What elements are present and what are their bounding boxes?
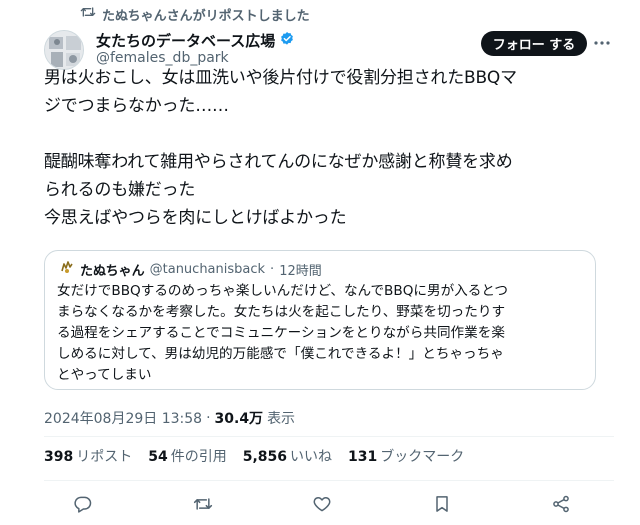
quoted-tweet-text: 女だけでBBQするのめっちゃ楽しいんだけど、なんでBBQに男が入るとつ まらなく… [57, 283, 509, 383]
stat-count: 5,856 [242, 449, 288, 465]
repost-icon [80, 5, 96, 23]
tweet-text: 男は火おこし、女は皿洗いや後片付けで役割分担されたBBQマ ジでつまらなかった…… [44, 68, 517, 228]
tweet-datetime[interactable]: 2024年08月29日 13:58 [44, 408, 202, 428]
quoted-time: 12時間 [279, 263, 322, 279]
author-name[interactable]: 女たちのデータベース広場 [96, 30, 295, 51]
stat-quotes[interactable]: 54 件の引用 [148, 446, 226, 466]
engagement-stats: 398 リポスト 54 件の引用 5,856 いいね 131 ブックマーク [44, 446, 464, 466]
stat-count: 398 [44, 449, 74, 465]
action-bar [72, 492, 572, 516]
retweet-icon[interactable] [192, 493, 214, 515]
stat-bookmarks[interactable]: 131 ブックマーク [348, 446, 464, 466]
stat-count: 131 [348, 449, 378, 465]
quoted-tweet[interactable]: たぬちゃん @tanuchanisback · 12時間 女だけでBBQするのめ… [44, 250, 596, 390]
bookmark-icon[interactable] [431, 493, 453, 515]
quoted-author-name: たぬちゃん [80, 263, 145, 279]
follow-button[interactable]: フォロー する [481, 31, 587, 56]
stat-reposts[interactable]: 398 リポスト [44, 446, 132, 466]
stat-label: リポスト [76, 449, 133, 465]
divider-bottom [44, 480, 614, 481]
stat-label: ブックマーク [380, 449, 465, 465]
tweet-meta: 2024年08月29日 13:58 · 30.4万 表示 [44, 408, 295, 428]
divider-top [44, 436, 614, 437]
stat-likes[interactable]: 5,856 いいね [243, 446, 332, 466]
reply-icon[interactable] [72, 493, 94, 515]
view-label: 表示 [267, 411, 296, 427]
quoted-avatar-icon [59, 259, 75, 279]
more-icon[interactable] [594, 36, 610, 50]
share-icon[interactable] [550, 493, 572, 515]
stat-label: いいね [290, 449, 333, 465]
stat-label: 件の引用 [170, 449, 227, 465]
stat-count: 54 [148, 449, 168, 465]
quoted-author-handle: @tanuchanisback [149, 261, 266, 277]
author-name-text: 女たちのデータベース広場 [96, 32, 276, 50]
verified-icon [279, 31, 295, 51]
repost-notice-text: たぬちゃんさんがリポストしました [102, 8, 310, 24]
quoted-tweet-header: たぬちゃん @tanuchanisback · 12時間 [59, 259, 322, 279]
quoted-separator: · [270, 261, 275, 277]
repost-notice[interactable]: たぬちゃんさんがリポストしました [80, 4, 310, 24]
meta-separator: · [206, 410, 211, 426]
like-icon[interactable] [311, 493, 333, 515]
view-count: 30.4万 [214, 411, 264, 427]
